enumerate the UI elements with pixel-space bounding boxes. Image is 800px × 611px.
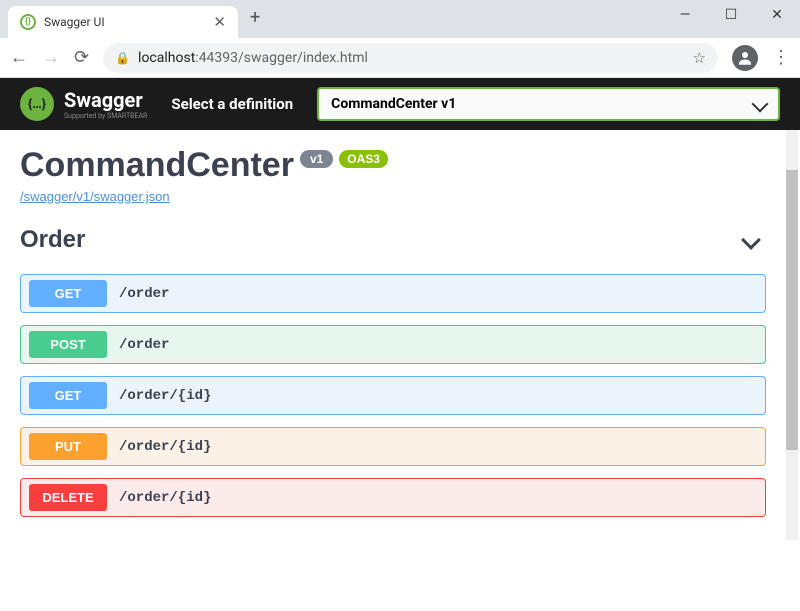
logo-subtext: Supported by SMARTBEAR: [64, 112, 147, 120]
method-badge: DELETE: [29, 484, 107, 511]
operation-path: /order/{id}: [119, 439, 211, 455]
bookmark-icon[interactable]: ☆: [693, 49, 706, 67]
scrollbar-thumb[interactable]: [786, 170, 798, 450]
scrollbar[interactable]: [786, 130, 798, 540]
method-badge: PUT: [29, 433, 107, 460]
minimize-button[interactable]: —: [662, 0, 708, 30]
operation-path: /order: [119, 286, 169, 302]
operation-row-get-0[interactable]: GET/order: [20, 274, 766, 313]
spec-link[interactable]: /swagger/v1/swagger.json: [20, 189, 780, 204]
version-badge: v1: [300, 150, 333, 168]
lock-icon: 🔒: [115, 51, 130, 65]
tab-close-button[interactable]: ✕: [213, 13, 226, 31]
back-button[interactable]: ←: [10, 47, 28, 68]
address-bar[interactable]: 🔒 localhost:44393/swagger/index.html ☆: [103, 43, 718, 73]
method-badge: POST: [29, 331, 107, 358]
swagger-logo: {…} Swagger Supported by SMARTBEAR: [20, 87, 147, 121]
favicon-icon: {}: [20, 14, 36, 30]
definition-selected: CommandCenter v1: [331, 96, 456, 112]
profile-avatar[interactable]: [732, 45, 758, 71]
logo-text: Swagger: [64, 88, 147, 112]
operation-path: /order/{id}: [119, 388, 211, 404]
window-controls: — ☐ ✕: [662, 0, 800, 30]
maximize-button[interactable]: ☐: [708, 0, 754, 30]
api-title: CommandCenter: [20, 146, 294, 185]
browser-menu-button[interactable]: ⋮: [772, 47, 790, 68]
tag-header[interactable]: Order: [20, 226, 766, 254]
url-text: localhost:44393/swagger/index.html: [138, 50, 368, 66]
operation-path: /order: [119, 337, 169, 353]
swagger-logo-icon: {…}: [20, 87, 54, 121]
swagger-content: CommandCenter v1 OAS3 /swagger/v1/swagge…: [0, 130, 800, 533]
new-tab-button[interactable]: +: [238, 7, 272, 28]
reload-button[interactable]: ⟳: [74, 47, 89, 68]
tag-name: Order: [20, 226, 85, 254]
oas-badge: OAS3: [339, 150, 388, 168]
operation-row-put-3[interactable]: PUT/order/{id}: [20, 427, 766, 466]
operation-row-get-2[interactable]: GET/order/{id}: [20, 376, 766, 415]
api-title-row: CommandCenter v1 OAS3: [20, 146, 780, 185]
browser-toolbar: ← → ⟳ 🔒 localhost:44393/swagger/index.ht…: [0, 38, 800, 78]
tag-section: Order GET/orderPOST/orderGET/order/{id}P…: [20, 226, 766, 517]
close-window-button[interactable]: ✕: [754, 0, 800, 30]
swagger-topbar: {…} Swagger Supported by SMARTBEAR Selec…: [0, 78, 800, 130]
operation-row-delete-4[interactable]: DELETE/order/{id}: [20, 478, 766, 517]
tab-title: Swagger UI: [44, 15, 205, 29]
method-badge: GET: [29, 382, 107, 409]
operation-path: /order/{id}: [119, 490, 211, 506]
browser-tab[interactable]: {} Swagger UI ✕: [8, 6, 238, 38]
forward-button[interactable]: →: [42, 47, 60, 68]
operations-list: GET/orderPOST/orderGET/order/{id}PUT/ord…: [20, 274, 766, 517]
operation-row-post-1[interactable]: POST/order: [20, 325, 766, 364]
definition-label: Select a definition: [171, 95, 293, 113]
chevron-down-icon: [741, 230, 761, 250]
browser-titlebar: {} Swagger UI ✕ + — ☐ ✕: [0, 0, 800, 38]
definition-select[interactable]: CommandCenter v1: [317, 87, 780, 121]
method-badge: GET: [29, 280, 107, 307]
